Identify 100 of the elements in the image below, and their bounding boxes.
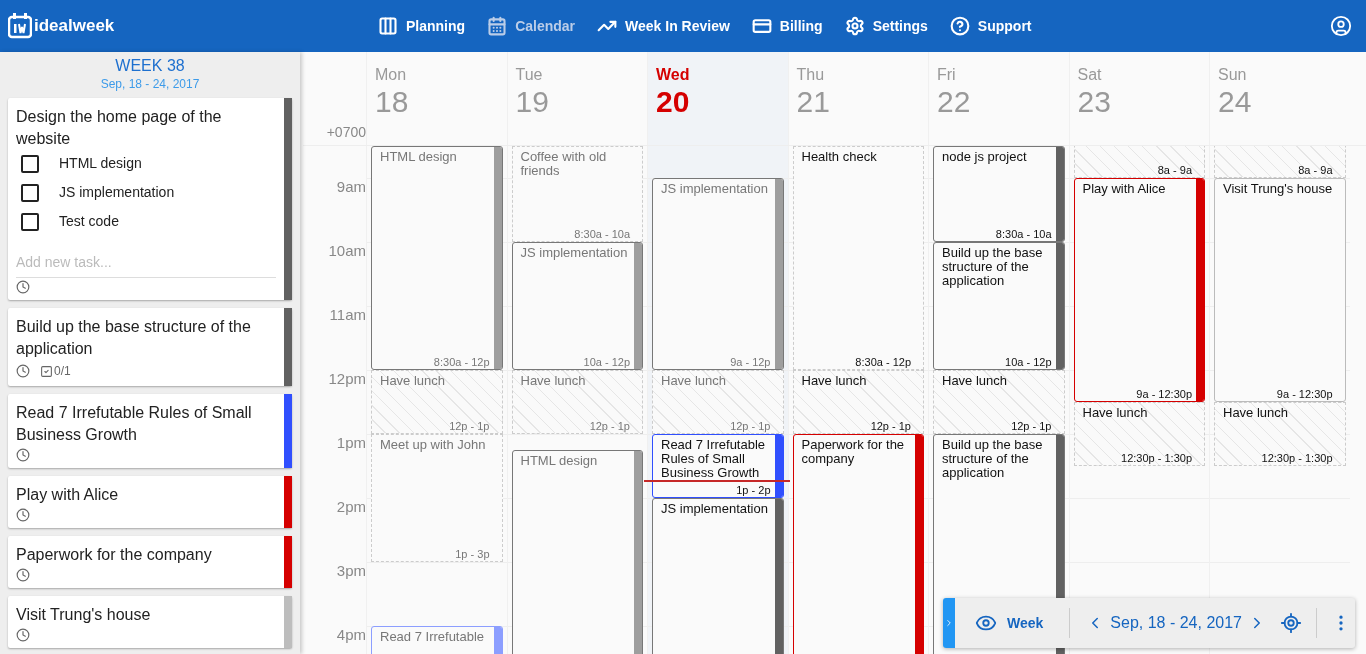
task-card[interactable]: Read 7 Irrefutable Rules of Small Business Growth bbox=[8, 394, 292, 468]
event-time: 10a - 12p bbox=[583, 356, 630, 368]
credit-card-icon bbox=[751, 16, 772, 36]
event-block[interactable]: Read 7 Irrefutable Rules of Small Business Growth 1p - 2p bbox=[652, 434, 784, 498]
date-number: 21 bbox=[796, 84, 831, 120]
event-block[interactable]: JS implementation 9a - 12p bbox=[652, 178, 784, 370]
event-time: 8:30a - 10a bbox=[574, 228, 630, 240]
date-number: 24 bbox=[1218, 84, 1253, 120]
event-block[interactable]: JS implementation 10a - 12p bbox=[511, 242, 643, 370]
event-time: 12:30p - 1:30p bbox=[1121, 452, 1192, 464]
event-time: 1p - 2p bbox=[736, 484, 771, 496]
break-block[interactable]: Have lunch 12p - 1p bbox=[792, 370, 924, 434]
event-title: Have lunch bbox=[1081, 404, 1149, 420]
checkbox[interactable] bbox=[21, 212, 39, 231]
locate-today-icon[interactable] bbox=[1280, 612, 1302, 634]
date-number: 19 bbox=[515, 84, 550, 120]
event-block[interactable]: Health check 8:30a - 12p bbox=[792, 146, 924, 370]
view-mode-button[interactable]: Week bbox=[975, 612, 1044, 634]
settings-icon bbox=[844, 16, 865, 36]
weekday-label: Sat bbox=[1077, 66, 1103, 84]
event-title: Have lunch bbox=[941, 372, 1009, 388]
weekday-label: Thu bbox=[796, 66, 826, 84]
help-icon bbox=[949, 16, 970, 36]
nav-link[interactable]: Support bbox=[949, 15, 1032, 37]
event-title: Coffee with old friends bbox=[519, 148, 608, 178]
nav-link[interactable]: Settings bbox=[844, 15, 928, 37]
nav-link[interactable]: Billing bbox=[751, 15, 823, 37]
date-number: 23 bbox=[1077, 84, 1112, 120]
task-title: Read 7 Irrefutable Rules of Small Business Growth bbox=[16, 403, 253, 445]
hour-label: 4pm bbox=[336, 625, 366, 645]
logo-text: idealweek bbox=[34, 15, 115, 38]
task-card[interactable]: Design the home page of the website HTML design JS implementation Test code Add new task... bbox=[8, 98, 292, 300]
event-block[interactable]: Read 7 Irrefutable bbox=[371, 626, 503, 654]
clock-icon[interactable] bbox=[16, 280, 30, 294]
hour-label: 2pm bbox=[336, 497, 366, 517]
hour-label: 9am bbox=[336, 177, 366, 197]
event-block[interactable]: Meet up with John 1p - 3p bbox=[371, 434, 503, 562]
event-block[interactable]: Coffee with old friends 8:30a - 10a bbox=[511, 146, 643, 242]
event-time: 10a - 12p bbox=[1005, 356, 1052, 368]
new-task-field[interactable]: Add new task... bbox=[16, 248, 276, 278]
event-time: 12p - 1p bbox=[589, 420, 630, 432]
checkbox[interactable] bbox=[21, 183, 39, 202]
break-block[interactable]: Have lunch 12p - 1p bbox=[652, 370, 784, 434]
nav-link[interactable]: Calendar bbox=[487, 15, 576, 37]
event-block[interactable]: HTML design bbox=[511, 450, 643, 654]
task-title: Play with Alice bbox=[16, 485, 120, 505]
expand-toggle[interactable] bbox=[943, 598, 955, 648]
task-card[interactable]: Visit Trung's house bbox=[8, 596, 292, 648]
weekday-label: Wed bbox=[656, 66, 691, 84]
event-title: Have lunch bbox=[800, 372, 868, 388]
event-block[interactable]: Paperwork for the company bbox=[792, 434, 924, 654]
event-block[interactable]: Play with Alice 9a - 12:30p bbox=[1073, 178, 1205, 402]
event-time: 8:30a - 12p bbox=[855, 356, 911, 368]
event-block[interactable]: JS implementation bbox=[652, 498, 784, 654]
day-header[interactable]: Wed 20 bbox=[647, 52, 788, 145]
event-time: 8:30a - 10a bbox=[995, 228, 1052, 240]
break-block[interactable]: Have lunch 12:30p - 1:30p bbox=[1073, 402, 1205, 466]
clock-icon[interactable] bbox=[16, 628, 30, 642]
subtask-count: 0/1 bbox=[54, 363, 71, 380]
break-block[interactable]: 8a - 9a bbox=[1214, 146, 1346, 178]
weekday-label: Sun bbox=[1218, 66, 1248, 84]
week-title: WEEK 38 bbox=[115, 57, 185, 75]
event-time: 12p - 1p bbox=[449, 420, 490, 432]
event-title: Visit Trung's house bbox=[1222, 180, 1334, 196]
date-number: 18 bbox=[375, 84, 410, 120]
nav-link[interactable]: Week In Review bbox=[597, 15, 730, 37]
task-card[interactable]: Paperwork for the company bbox=[8, 536, 292, 588]
task-card[interactable]: Play with Alice bbox=[8, 476, 292, 528]
clock-icon[interactable] bbox=[16, 364, 30, 378]
subtask-label: JS implementation bbox=[59, 183, 175, 202]
account-icon[interactable] bbox=[1330, 15, 1352, 37]
event-block[interactable]: Build up the base structure of the application 10a - 12p bbox=[933, 242, 1065, 370]
clock-icon[interactable] bbox=[16, 568, 30, 582]
break-block[interactable]: Have lunch 12p - 1p bbox=[371, 370, 503, 434]
event-time: 12p - 1p bbox=[730, 420, 771, 432]
break-block[interactable]: Have lunch 12:30p - 1:30p bbox=[1214, 402, 1346, 466]
hour-label: 3pm bbox=[336, 561, 366, 581]
event-block[interactable]: HTML design 8:30a - 12p bbox=[371, 146, 503, 370]
event-time: 9a - 12:30p bbox=[1276, 388, 1333, 400]
hour-label: 12pm bbox=[328, 369, 366, 389]
event-title: Read 7 Irrefutable Rules of Small Business Growth bbox=[660, 436, 767, 480]
event-title: HTML design bbox=[519, 452, 599, 468]
chevron-right-icon bbox=[944, 618, 954, 628]
task-card[interactable]: Build up the base structure of the application 0/1 bbox=[8, 308, 292, 386]
nav-link[interactable]: Planning bbox=[378, 15, 466, 37]
event-time: 12p - 1p bbox=[1011, 420, 1052, 432]
break-block[interactable]: Have lunch 12p - 1p bbox=[511, 370, 643, 434]
break-block[interactable]: 8a - 9a bbox=[1073, 146, 1205, 178]
date-range: Sep, 18 - 24, 2017 bbox=[1110, 613, 1242, 633]
break-block[interactable]: Have lunch 12p - 1p bbox=[933, 370, 1065, 434]
event-time: 8a - 9a bbox=[1298, 164, 1333, 176]
clock-icon[interactable] bbox=[16, 448, 30, 462]
event-title: Meet up with John bbox=[379, 436, 487, 452]
task-title: Design the home page of the website bbox=[16, 107, 223, 149]
event-title: Health check bbox=[800, 148, 878, 164]
event-block[interactable]: node js project 8:30a - 10a bbox=[933, 146, 1065, 242]
clock-icon[interactable] bbox=[16, 508, 30, 522]
checkbox[interactable] bbox=[21, 154, 39, 173]
event-time: 9a - 12p bbox=[730, 356, 771, 368]
event-block[interactable]: Visit Trung's house 9a - 12:30p bbox=[1214, 178, 1346, 402]
